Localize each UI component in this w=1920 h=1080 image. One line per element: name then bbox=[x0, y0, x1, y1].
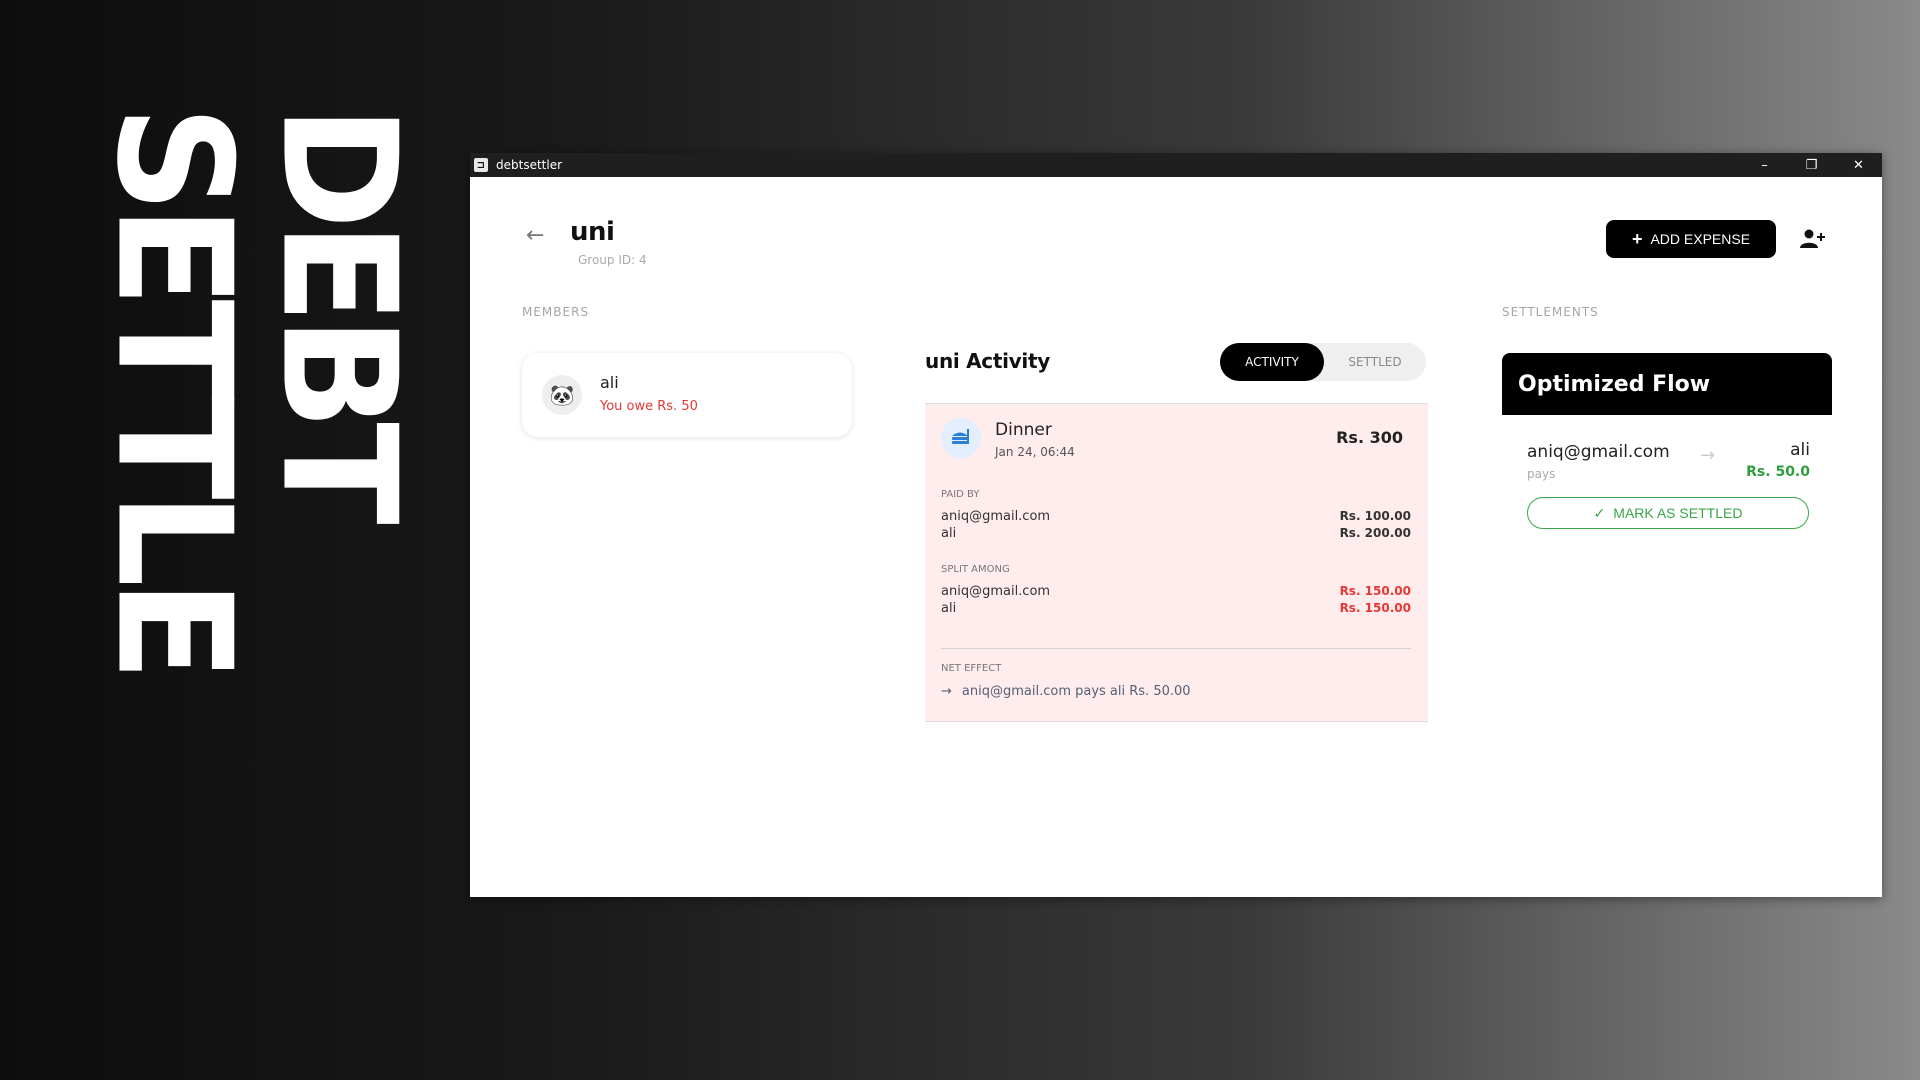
settlements-label: SETTLEMENTS bbox=[1502, 305, 1599, 319]
list-item: aniq@gmail.com Rs. 100.00 bbox=[941, 509, 1411, 524]
page-title: uni bbox=[570, 217, 615, 247]
list-item: ali Rs. 150.00 bbox=[941, 601, 1411, 616]
payer-amount: Rs. 200.00 bbox=[1339, 526, 1411, 540]
split-among-label: SPLIT AMONG bbox=[941, 564, 1010, 575]
settlement-amount: Rs. 50.0 bbox=[1746, 464, 1810, 480]
list-item: ali Rs. 200.00 bbox=[941, 526, 1411, 541]
add-user-icon[interactable] bbox=[1800, 227, 1826, 251]
restore-icon[interactable]: ❐ bbox=[1788, 153, 1835, 177]
food-icon bbox=[941, 418, 981, 458]
split-name: aniq@gmail.com bbox=[941, 584, 1051, 599]
check-icon: ✓ bbox=[1593, 504, 1606, 521]
plus-icon: + bbox=[1631, 228, 1643, 249]
settlement-pays-label: pays bbox=[1527, 467, 1556, 481]
activity-title: uni Activity bbox=[925, 349, 1050, 373]
title-bar: ⊐ debtsettler – ❐ ✕ bbox=[470, 153, 1882, 177]
member-balance: You owe Rs. 50 bbox=[600, 399, 698, 414]
poster-title: DEBT SETTLER: bbox=[90, 105, 420, 675]
payer-name: ali bbox=[941, 526, 957, 541]
net-effect: → aniq@gmail.com pays ali Rs. 50.00 bbox=[941, 684, 1191, 699]
add-expense-label: ADD EXPENSE bbox=[1650, 231, 1751, 247]
poster-title-line1: DEBT bbox=[246, 105, 420, 517]
payer-amount: Rs. 100.00 bbox=[1339, 509, 1411, 523]
expense-amount: Rs. 300 bbox=[1336, 428, 1403, 447]
poster-title-line2: SETTLER: bbox=[90, 105, 265, 675]
add-expense-button[interactable]: + ADD EXPENSE bbox=[1606, 220, 1776, 258]
main-content: ← uni Group ID: 4 + ADD EXPENSE MEMBERS … bbox=[470, 177, 1882, 897]
members-label: MEMBERS bbox=[522, 305, 590, 319]
net-effect-label: NET EFFECT bbox=[941, 663, 1002, 674]
mark-as-settled-label: MARK AS SETTLED bbox=[1613, 505, 1743, 521]
split-amount: Rs. 150.00 bbox=[1339, 584, 1411, 598]
group-id: Group ID: 4 bbox=[578, 253, 647, 267]
activity-tabs: ACTIVITY SETTLED bbox=[1220, 343, 1426, 381]
member-name: ali bbox=[600, 373, 619, 392]
divider bbox=[941, 648, 1411, 649]
net-effect-text: aniq@gmail.com pays ali Rs. 50.00 bbox=[961, 684, 1191, 699]
arrow-right-icon: → bbox=[1700, 445, 1716, 466]
settlement-from: aniq@gmail.com bbox=[1527, 442, 1670, 462]
tab-settled[interactable]: SETTLED bbox=[1324, 343, 1426, 381]
tab-activity[interactable]: ACTIVITY bbox=[1220, 343, 1324, 381]
back-arrow-icon[interactable]: ← bbox=[526, 223, 544, 248]
optimized-flow-card: Optimized Flow bbox=[1502, 353, 1832, 415]
window-title: debtsettler bbox=[496, 158, 563, 172]
app-window: ⊐ debtsettler – ❐ ✕ ← uni Group ID: 4 + … bbox=[470, 153, 1882, 897]
settlement-to: ali bbox=[1790, 440, 1810, 460]
mark-as-settled-button[interactable]: ✓ MARK AS SETTLED bbox=[1527, 497, 1809, 529]
app-logo-icon: ⊐ bbox=[474, 158, 488, 172]
paid-by-label: PAID BY bbox=[941, 489, 980, 500]
arrow-right-icon: → bbox=[941, 684, 952, 699]
window-controls: – ❐ ✕ bbox=[1741, 153, 1882, 177]
member-card[interactable]: 🐼 ali You owe Rs. 50 bbox=[522, 353, 852, 437]
close-icon[interactable]: ✕ bbox=[1835, 153, 1882, 177]
split-amount: Rs. 150.00 bbox=[1339, 601, 1411, 615]
list-item: aniq@gmail.com Rs. 150.00 bbox=[941, 584, 1411, 599]
expense-title: Dinner bbox=[995, 420, 1052, 440]
minimize-icon[interactable]: – bbox=[1741, 153, 1788, 177]
avatar: 🐼 bbox=[542, 375, 582, 415]
split-name: ali bbox=[941, 601, 957, 616]
expense-date: Jan 24, 06:44 bbox=[995, 445, 1075, 459]
payer-name: aniq@gmail.com bbox=[941, 509, 1051, 524]
expense-card[interactable]: Dinner Jan 24, 06:44 Rs. 300 PAID BY ani… bbox=[925, 403, 1428, 722]
